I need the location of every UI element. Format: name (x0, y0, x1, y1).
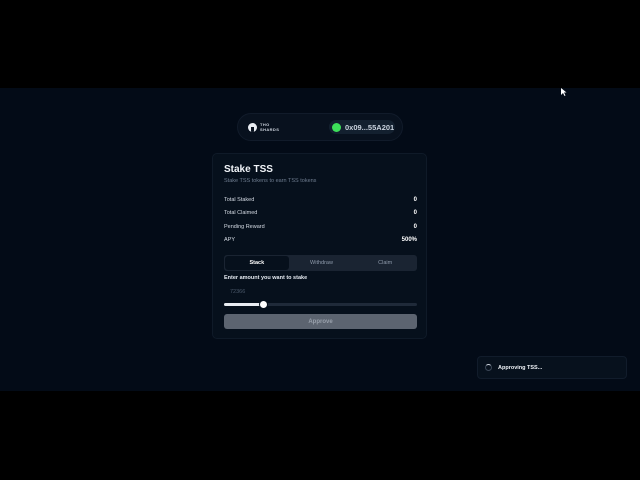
stat-value: 500% (401, 237, 417, 243)
tab-stack[interactable]: Stack (225, 256, 289, 270)
stake-card: Stake TSS Stake TSS tokens to earn TSS t… (212, 153, 427, 339)
amount-label: Enter amount you want to stake (224, 275, 308, 281)
app-screen: THO SHARDS 0x09...55A201 Stake TSS Stake… (0, 88, 640, 391)
brand-logo-icon (248, 123, 257, 132)
stat-apy: APY 500% (224, 237, 417, 245)
mouse-cursor-icon (561, 88, 567, 96)
stat-label: Total Staked (224, 197, 255, 203)
wallet-status-icon (332, 122, 341, 132)
card-title: Stake TSS (224, 164, 273, 175)
slider-fill (224, 303, 263, 306)
amount-slider[interactable] (224, 300, 417, 309)
slider-thumb[interactable] (258, 300, 268, 309)
stat-value: 0 (413, 210, 417, 216)
stat-label: Pending Reward (224, 224, 265, 230)
stat-total-claimed: Total Claimed 0 (224, 210, 417, 218)
stat-value: 0 (413, 224, 417, 230)
stat-label: APY (224, 237, 236, 243)
approve-button[interactable]: Approve (224, 314, 417, 329)
tab-withdraw[interactable]: Withdraw (290, 255, 354, 271)
stat-label: Total Claimed (224, 210, 258, 216)
brand-logo[interactable]: THO SHARDS (248, 122, 282, 132)
stat-value: 0 (413, 197, 417, 203)
tab-claim[interactable]: Claim (353, 255, 417, 271)
amount-input[interactable] (224, 285, 417, 299)
wallet-button[interactable]: 0x09...55A201 (329, 120, 395, 134)
toast-text: Approving TSS... (498, 364, 543, 371)
stat-pending-reward: Pending Reward 0 (224, 224, 417, 232)
stake-tabs: Stack Withdraw Claim (224, 255, 417, 271)
wallet-address: 0x09...55A201 (345, 122, 395, 132)
brand-name-line2: SHARDS (260, 126, 280, 132)
toast-notification: Approving TSS... (477, 356, 627, 379)
card-subtitle: Stake TSS tokens to earn TSS tokens (224, 178, 317, 184)
brand-name: THO SHARDS (260, 122, 282, 132)
header-bar: THO SHARDS 0x09...55A201 (237, 113, 403, 141)
loading-spinner-icon (485, 364, 492, 371)
stat-total-staked: Total Staked 0 (224, 197, 417, 205)
